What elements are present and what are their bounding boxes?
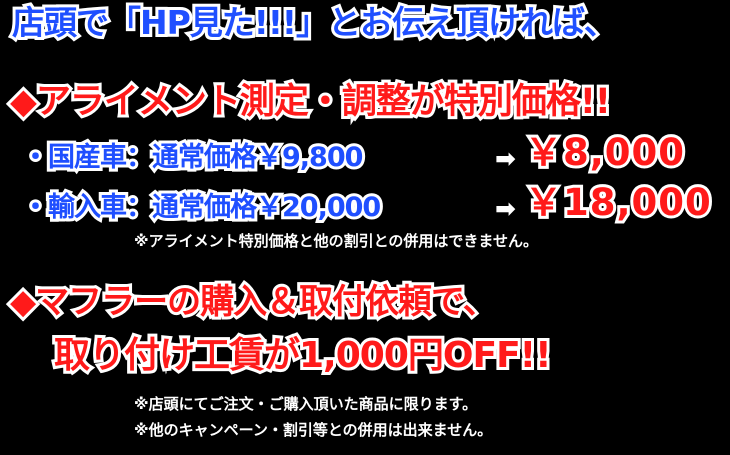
promo-banner: 店頭で「HP見た!!!」とお伝え頂ければ、 ◆アライメント測定・調整が特別価格!… (0, 0, 730, 455)
muffler-note-1: ※店頭にてご注文・ご購入頂いた商品に限ります。 (134, 395, 478, 413)
imported-car-price-label: ・輸入車：通常価格￥20,000 (19, 191, 384, 224)
alignment-note: ※アライメント特別価格と他の割引との併用はできません。 (134, 232, 538, 250)
imported-arrow-icon: ➡ (495, 194, 516, 223)
muffler-note-2: ※他のキャンペーン・割引等との併用は出来ません。 (134, 421, 493, 439)
headline: 店頭で「HP見た!!!」とお伝え頂ければ、 (9, 3, 620, 42)
domestic-arrow-icon: ➡ (495, 144, 516, 173)
domestic-car-price-label: ・国産車：通常価格￥9,800 (19, 141, 366, 174)
imported-car-special-price: ￥18,000 (522, 181, 714, 224)
domestic-car-special-price: ￥8,000 (522, 131, 687, 174)
muffler-title: ◆マフラーの購入＆取付依頼で、 (7, 282, 500, 322)
muffler-discount: 取り付け工賃が1,000円OFF!! (51, 335, 554, 377)
alignment-title: ◆アライメント測定・調整が特別価格!! (7, 82, 614, 123)
